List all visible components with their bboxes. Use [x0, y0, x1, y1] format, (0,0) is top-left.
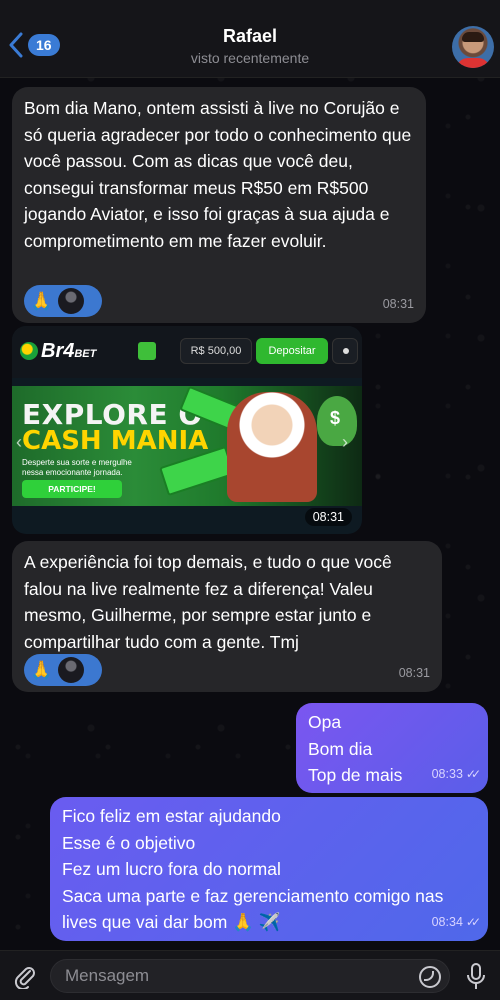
message-line: Fez um lucro fora do normal [62, 859, 281, 879]
reactor-avatar [58, 288, 85, 314]
message-line: Opa [308, 712, 342, 732]
pray-reaction-icon: 🙏 [30, 659, 53, 680]
promo-banner: EXPLORE O CASH MANIA Desperte sua sorte … [12, 385, 362, 506]
deposit-button-image: Depositar [256, 338, 328, 364]
read-checkmarks-icon: ✓✓ [465, 914, 481, 929]
balance-display: R$ 500,00 [180, 338, 252, 364]
microphone-icon[interactable] [466, 963, 486, 991]
mascot-illustration [227, 392, 317, 502]
message-bubble-outgoing[interactable]: Opa Bom dia Top de mais 08:33 ✓✓ [296, 703, 488, 793]
avatar-shirt [456, 58, 490, 68]
banner-cta: PARTICIPE! [22, 480, 122, 498]
message-line: Esse é o objetivo [62, 832, 196, 853]
message-text: A experiência foi top demais, e tudo o q… [24, 552, 392, 652]
banner-subline: Desperte sua sorte e mergulhe nessa emoc… [22, 458, 132, 477]
logo-suffix: BET [74, 348, 97, 360]
message-composer [0, 950, 500, 1000]
chat-header: 16 Rafael visto recentemente [0, 0, 500, 78]
message-line: Fico feliz em estar ajudando [62, 806, 281, 826]
message-line: Bom dia [308, 738, 373, 759]
gift-icon [138, 342, 156, 360]
sticker-icon[interactable] [419, 966, 441, 988]
banner-headline-accent: CASH MANIA [22, 426, 209, 456]
chevron-right-icon: › [342, 432, 348, 452]
chevron-left-icon: ‹ [16, 432, 22, 452]
logo-ball-icon [20, 342, 38, 360]
message-bubble-outgoing[interactable]: Fico feliz em estar ajudando Esse é o ob… [50, 797, 488, 941]
paperclip-icon[interactable] [12, 963, 38, 989]
chat-title-area[interactable]: Rafael visto recentemente [0, 26, 500, 66]
message-bubble-incoming[interactable]: A experiência foi top demais, e tudo o q… [12, 541, 442, 692]
user-icon [332, 338, 358, 364]
reaction-pill[interactable]: 🙏 [24, 285, 102, 317]
message-time: 08:31 [382, 296, 414, 311]
message-input[interactable] [51, 960, 449, 992]
message-time-text: 08:33 [431, 766, 463, 781]
avatar-hair [462, 32, 484, 42]
contact-avatar[interactable] [452, 26, 494, 68]
message-time: 08:31 [398, 665, 430, 680]
reaction-pill[interactable]: 🙏 [24, 654, 102, 686]
contact-name: Rafael [222, 26, 278, 46]
site-logo: Br4BET [20, 340, 96, 363]
message-time: 08:31 [304, 508, 352, 526]
image-site-header: Br4BET R$ 500,00 Depositar [12, 326, 362, 378]
message-text: Fico feliz em estar ajudando Esse é o ob… [50, 797, 488, 936]
message-image-incoming[interactable]: Br4BET R$ 500,00 Depositar EXPLORE O CAS… [12, 326, 362, 534]
message-time: 08:34 ✓✓ [431, 909, 481, 936]
message-bubble-incoming[interactable]: Bom dia Mano, ontem assisti à live no Co… [12, 87, 426, 323]
logo-text: Br4 [41, 340, 75, 362]
message-line: Saca uma parte e faz gerenciamento comig… [62, 885, 444, 933]
last-seen-status: visto recentemente [190, 50, 310, 66]
money-bag-icon [317, 396, 357, 446]
message-time-text: 08:34 [431, 914, 463, 929]
message-input-wrapper [50, 959, 450, 993]
pray-reaction-icon: 🙏 [30, 290, 53, 311]
message-time: 08:33 ✓✓ [431, 761, 481, 788]
read-checkmarks-icon: ✓✓ [465, 766, 481, 781]
reactor-avatar [58, 657, 85, 683]
message-text: Bom dia Mano, ontem assisti à live no Co… [24, 98, 412, 251]
